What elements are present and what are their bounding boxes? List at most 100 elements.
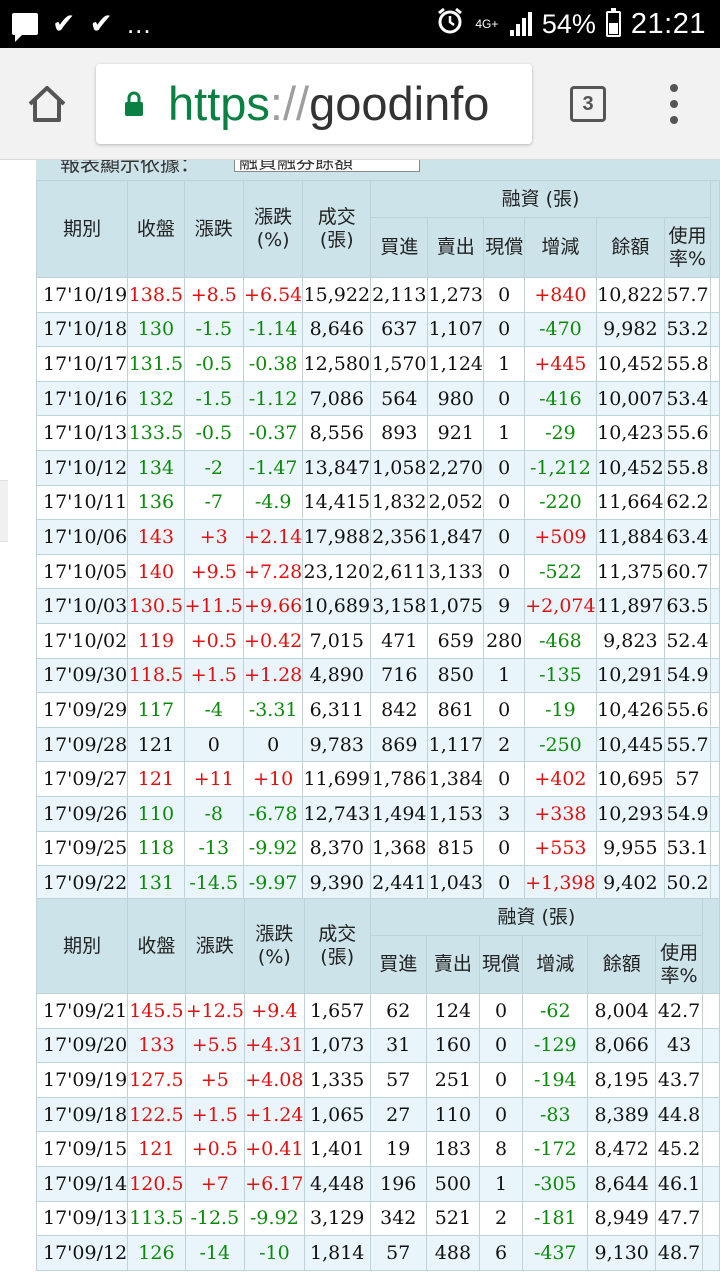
- cell-sell: 1,075: [427, 588, 485, 624]
- cell-change: +0.5: [184, 1131, 245, 1167]
- cell-delta: -522: [524, 553, 597, 590]
- cell-buy: 2,356: [370, 519, 429, 555]
- cell-sell: 2,052: [427, 484, 485, 521]
- cell-sell: 921: [427, 415, 485, 451]
- cell-change: -0.5: [183, 346, 244, 382]
- cell-usage: 48.7: [654, 1235, 704, 1271]
- cell-date: 17'10/11: [35, 484, 129, 521]
- cell-buy: 342: [369, 1200, 427, 1237]
- overflow-menu-icon[interactable]: [666, 84, 682, 124]
- cell-cash-repay: 0: [478, 1062, 524, 1098]
- table-row: 17'09/21 145.5 +12.5 +9.4 1,657 62 124 0 -62 8,00…: [35, 993, 720, 1029]
- cell-close: 130.5: [127, 588, 185, 624]
- cell-cash-repay: 9: [483, 588, 526, 624]
- cell-balance: 8,004: [587, 993, 656, 1029]
- cell-sell: 183: [425, 1131, 480, 1167]
- header-change: 漲跌: [184, 898, 245, 994]
- cell-usage: 42.7: [654, 993, 704, 1029]
- header-delta: 增減: [524, 217, 597, 278]
- report-basis-select[interactable]: 融資融券餘額: [234, 160, 420, 173]
- cell-cash-repay: 0: [483, 553, 526, 590]
- address-bar[interactable]: https://goodinfo: [96, 64, 532, 144]
- cell-date: 17'09/12: [35, 1235, 129, 1271]
- cell-overflow: [709, 484, 720, 521]
- margin-table-block-2: 期別 收盤 漲跌 漲跌 (%) 成交 (張) 融資 (張) 買進 賣出 現償 增減 餘額 使用率% 17…: [35, 898, 720, 1271]
- cell-usage: 52.4: [664, 622, 711, 659]
- header-cash-repay: 現償: [483, 217, 526, 278]
- cell-volume: 1,335: [303, 1062, 371, 1098]
- header-balance: 餘額: [587, 935, 656, 994]
- header-sell: 賣出: [427, 217, 485, 278]
- cell-close: 140: [127, 553, 185, 590]
- cell-usage: 53.2: [664, 311, 711, 348]
- cell-volume: 6,311: [302, 692, 372, 728]
- cell-close: 121: [127, 1131, 186, 1167]
- cell-delta: -1,212: [524, 449, 597, 486]
- cell-balance: 11,375: [595, 553, 666, 590]
- table-row: 17'09/25 118 -13 -9.92 8,370 1,368 815 0 +553 9,9…: [35, 830, 720, 867]
- cell-buy: 2,611: [370, 553, 429, 590]
- cell-usage: 53.4: [664, 380, 711, 417]
- cell-delta: -129: [522, 1027, 589, 1064]
- cell-usage: 57: [664, 761, 711, 797]
- cell-change-pct: +2.14: [242, 519, 304, 555]
- signal-icon: [509, 12, 532, 36]
- cell-balance: 10,452: [595, 449, 666, 486]
- table-row: 17'10/05 140 +9.5 +7.28 23,120 2,611 3,133 0 -52…: [35, 553, 720, 590]
- margin-table-block-1: 期別 收盤 漲跌 漲跌 (%) 成交 (張) 融資 (張) 買進 賣出 現償 增減 餘額 使用率% 17…: [35, 180, 720, 901]
- cell-usage: 54.9: [664, 657, 711, 694]
- cell-sell: 124: [425, 993, 480, 1029]
- home-icon[interactable]: [26, 84, 68, 124]
- cell-change-pct: -0.38: [242, 346, 304, 382]
- cell-sell: 251: [425, 1062, 480, 1098]
- cell-cash-repay: 0: [483, 449, 526, 486]
- cell-volume: 7,015: [302, 622, 372, 659]
- cell-usage: 57.7: [664, 277, 711, 313]
- cell-change-pct: +9.66: [242, 588, 304, 624]
- cell-delta: -172: [522, 1131, 589, 1167]
- cell-close: 118: [127, 830, 185, 867]
- cell-change: +8.5: [183, 277, 244, 313]
- cell-close: 132: [127, 380, 185, 417]
- header-overflow: [709, 180, 720, 278]
- cell-usage: 46.1: [654, 1165, 704, 1202]
- cell-date: 17'09/19: [35, 1062, 129, 1098]
- header-buy: 買進: [370, 217, 429, 278]
- notification-icons: ✔ ✔ ...: [12, 8, 152, 42]
- cell-date: 17'09/26: [35, 795, 129, 832]
- cell-sell: 1,153: [427, 795, 485, 832]
- cell-change: +0.5: [183, 622, 244, 659]
- cell-buy: 1,058: [370, 449, 429, 486]
- table-row: 17'10/02 119 +0.5 +0.42 7,015 471 659 280 -468 9,…: [35, 622, 720, 659]
- report-basis-label: 報表顯示依據：: [60, 160, 200, 176]
- cell-sell: 110: [425, 1096, 480, 1133]
- cell-volume: 1,657: [303, 993, 371, 1029]
- cell-sell: 2,270: [427, 449, 485, 486]
- cell-buy: 842: [370, 692, 429, 728]
- cell-date: 17'10/06: [35, 519, 129, 555]
- cell-close: 134: [127, 449, 185, 486]
- cell-volume: 4,890: [302, 657, 372, 694]
- table-row: 17'10/11 136 -7 -4.9 14,415 1,832 2,052 0 -220 11…: [35, 484, 720, 521]
- cell-balance: 10,293: [595, 795, 666, 832]
- cell-change-pct: +10: [242, 761, 304, 797]
- cell-close: 131: [127, 865, 185, 901]
- cell-change: +11: [183, 761, 244, 797]
- cell-overflow: [702, 1096, 720, 1133]
- cell-balance: 9,955: [595, 830, 666, 867]
- url-text[interactable]: https://goodinfo: [168, 76, 489, 131]
- cell-volume: 14,415: [302, 484, 372, 521]
- cell-change-pct: -1.12: [242, 380, 304, 417]
- cell-overflow: [709, 865, 720, 901]
- cell-close: 136: [127, 484, 185, 521]
- table-row: 17'09/26 110 -8 -6.78 12,743 1,494 1,153 3 +338 1…: [35, 795, 720, 832]
- cell-cash-repay: 0: [478, 1096, 524, 1133]
- cell-balance: 10,445: [595, 726, 666, 763]
- cell-usage: 60.7: [664, 553, 711, 590]
- table-row: 17'10/03 130.5 +11.5 +9.66 10,689 3,158 1,075 9…: [35, 588, 720, 624]
- cell-buy: 716: [370, 657, 429, 694]
- cell-usage: 43: [654, 1027, 704, 1064]
- tab-switcher-button[interactable]: 3: [570, 86, 606, 122]
- cell-delta: +1,398: [524, 865, 597, 901]
- cell-close: 138.5: [127, 277, 185, 313]
